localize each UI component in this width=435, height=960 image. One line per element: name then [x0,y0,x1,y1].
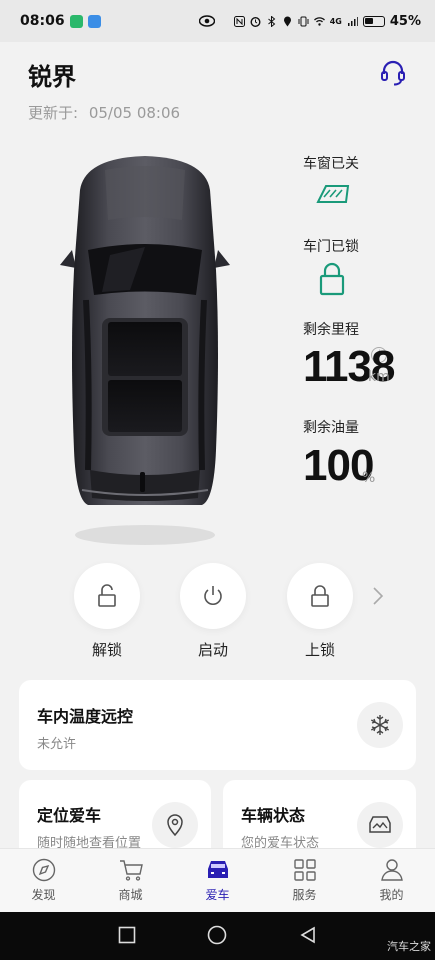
recent-apps-icon[interactable] [118,926,136,944]
location-pin-icon [167,814,183,837]
range-label: 剩余里程 [303,322,359,338]
unlock-button[interactable]: 解锁 [74,563,140,660]
bottom-tab-bar: 发现 商城 爱车 服务 我的 [0,848,435,912]
tab-mine[interactable]: 我的 [348,849,435,912]
climate-icon-circle[interactable] [357,702,403,748]
page-title: 锐界 [28,63,76,91]
status-bar: 08:06 4G 45% [0,0,435,42]
start-circle[interactable] [180,563,246,629]
unlock-icon [98,584,116,607]
climate-remote-card[interactable]: 车内温度远控 未允许 [19,680,416,770]
car-status-icon [369,816,391,833]
tab-discover-label: 发现 [31,888,56,902]
climate-card-subtitle: 未允许 [37,737,77,752]
battery-icon [362,15,385,27]
vehicle-card-title: 车辆状态 [241,806,306,825]
update-time: 05/05 08:06 [88,104,181,122]
notification-app-icon-2 [87,14,101,28]
tab-mall[interactable]: 商城 [87,849,174,912]
locate-icon-circle[interactable] [152,802,198,848]
start-label: 启动 [197,641,228,659]
home-icon[interactable] [207,925,227,945]
location-icon [283,16,291,26]
update-label: 更新于: [28,104,79,122]
fuel-label: 剩余油量 [303,420,359,436]
nfc-icon [233,15,245,27]
update-time-row: 更新于: 05/05 08:06 [28,102,180,123]
grid-icon [293,859,316,881]
door-locked-icon [319,262,345,296]
status-icons: 4G 45% [233,13,421,29]
car-top-view-image [60,156,230,545]
battery-percent: 45% [389,13,421,29]
window-status-label: 车窗已关 [303,156,359,172]
chevron-right-icon[interactable] [370,584,386,608]
tab-my-car[interactable]: 爱车 [174,849,261,912]
lock-icon [311,585,329,607]
system-nav-bar [0,912,435,960]
signal-icon [347,16,358,26]
unlock-circle[interactable] [74,563,140,629]
window-closed-icon [316,185,350,203]
lock-label: 上锁 [304,641,335,659]
compass-icon [32,858,55,882]
back-icon[interactable] [299,926,317,944]
locate-card-title: 定位爱车 [37,806,102,825]
customer-service-icon[interactable] [378,58,408,88]
lock-button[interactable]: 上锁 [287,563,353,660]
range-unit: km [368,369,390,385]
tab-mine-label: 我的 [379,888,404,902]
climate-card-title: 车内温度远控 [37,707,134,726]
vibrate-icon [298,16,309,26]
vehicle-icon-circle[interactable] [357,802,403,848]
tab-discover[interactable]: 发现 [0,849,87,912]
snowflake-icon [370,715,390,735]
notification-app-icon [69,14,83,28]
cart-icon [119,860,143,881]
lock-circle[interactable] [287,563,353,629]
network-type: 4G [329,16,342,26]
start-button[interactable]: 启动 [180,563,246,660]
unlock-label: 解锁 [91,641,122,659]
eye-icon [198,15,215,27]
alarm-icon [250,16,261,27]
door-status-label: 车门已锁 [303,239,359,255]
wifi-icon [313,16,325,26]
power-icon [204,586,222,605]
tab-mall-label: 商城 [118,888,143,902]
watermark: 汽车之家 [387,940,431,953]
status-time: 08:06 [20,13,65,29]
tab-service[interactable]: 服务 [261,849,348,912]
person-icon [380,859,403,881]
tab-service-label: 服务 [292,888,317,902]
fuel-unit: % [362,470,376,486]
bluetooth-icon [267,15,276,27]
tab-my-car-label: 爱车 [205,888,230,902]
car-icon [207,861,228,878]
